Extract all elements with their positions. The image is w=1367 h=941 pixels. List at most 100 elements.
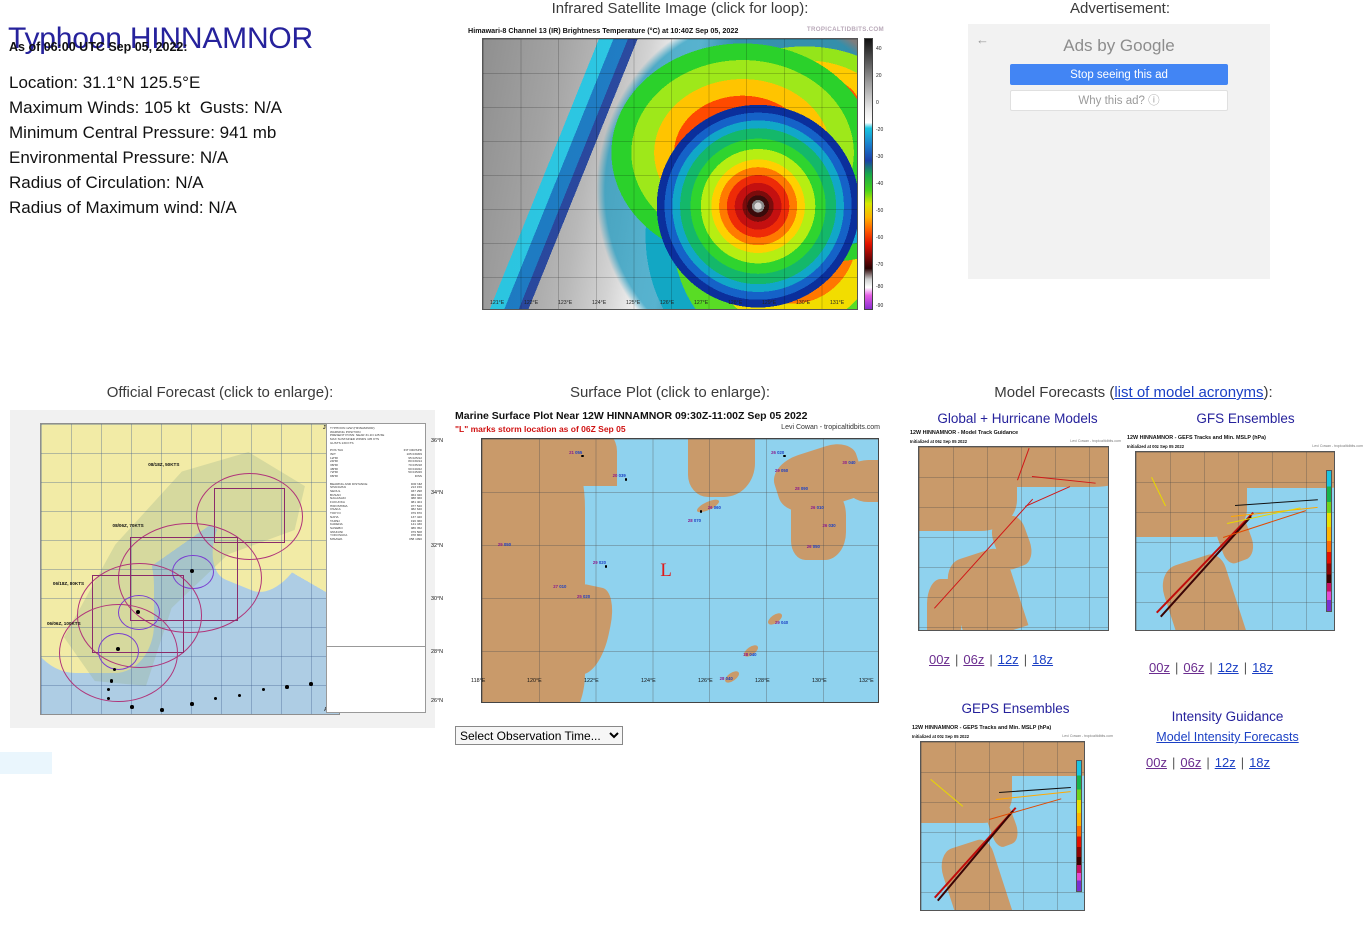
station-observation: 27 010 — [553, 583, 567, 589]
forecast-track-label: 08/06Z, 70KTS — [112, 522, 144, 528]
colorbar-tick: -30 — [876, 154, 884, 160]
surface-lat-label: 34°N — [431, 490, 444, 496]
satellite-lon-label: 123°E — [558, 300, 573, 306]
model-intensity-forecasts-row: Model Intensity Forecasts — [1120, 730, 1335, 744]
time-link-06z[interactable]: 06z — [963, 652, 984, 667]
official-forecast-image[interactable]: 08/18Z, 50KTS 08/06Z, 70KTS 06/18Z, 80KT… — [10, 410, 435, 728]
panel-image-title: 12W HINNAMNOR - Model Track Guidance — [910, 430, 1019, 436]
stop-seeing-ad-button[interactable]: Stop seeing this ad — [1010, 64, 1228, 85]
satellite-plot-area — [482, 38, 858, 310]
time-link-00z[interactable]: 00z — [1146, 755, 1167, 770]
model-intensity-forecasts-link[interactable]: Model Intensity Forecasts — [1156, 730, 1298, 744]
colorbar-tick: 0 — [876, 100, 879, 106]
time-link-18z[interactable]: 18z — [1252, 660, 1273, 675]
time-link-12z[interactable]: 12z — [1215, 755, 1236, 770]
surface-plot-section-title: Surface Plot (click to enlarge): — [569, 384, 771, 401]
model-acronyms-link[interactable]: list of model acronyms — [1114, 384, 1263, 401]
colorbar-tick: -40 — [876, 181, 884, 187]
satellite-lon-label: 131°E — [830, 300, 845, 306]
satellite-lon-label: 122°E — [524, 300, 539, 306]
station-observation: 28 070 — [687, 517, 702, 523]
surface-lat-label: 28°N — [431, 649, 444, 655]
colorbar-tick: -50 — [876, 208, 884, 214]
panel-image-credit: Levi Cowan - tropicaltidbits.com — [1062, 734, 1113, 738]
model-track-guidance-image[interactable]: 12W HINNAMNOR - Model Track Guidance Ini… — [908, 430, 1123, 645]
surface-plot-map: L 21 055 20 039 26 020 29 050 30 040 26 … — [481, 438, 879, 703]
panel-heading-gfs-ensembles: GFS Ensembles — [1196, 411, 1295, 426]
link-separator: | — [1206, 755, 1210, 770]
satellite-colorbar — [864, 38, 873, 310]
colorbar-tick: -60 — [876, 235, 884, 241]
surface-plot-gridlines — [482, 439, 878, 702]
panel-image-title: 12W HINNAMNOR - GEPS Tracks and Min. MSL… — [912, 725, 1052, 731]
satellite-lon-label: 124°E — [592, 300, 607, 306]
infrared-satellite-image[interactable]: Himawari-8 Channel 13 (IR) Brightness Te… — [466, 26, 886, 326]
link-separator: | — [989, 652, 993, 667]
surface-lon-label: 132°E — [859, 678, 874, 684]
link-separator: | — [1243, 660, 1248, 675]
page-root: Typhoon HINNAMNOR As of 06:00 UTC Sep 05… — [0, 0, 1367, 941]
time-link-00z[interactable]: 00z — [929, 652, 950, 667]
panel-map: 1010 1005 1000 990 980 970 960 950 940 9… — [1135, 451, 1335, 631]
surface-lat-label: 26°N — [431, 698, 444, 704]
station-observation: 28 090 — [794, 486, 808, 492]
jtwc-forecast-map: 08/18Z, 50KTS 08/06Z, 70KTS 06/18Z, 80KT… — [40, 423, 340, 715]
official-forecast-section-title: Official Forecast (click to enlarge): — [106, 384, 334, 401]
satellite-watermark: TROPICALTIDBITS.COM — [806, 26, 884, 33]
time-link-12z[interactable]: 12z — [998, 652, 1019, 667]
link-separator: | — [1174, 660, 1179, 675]
panel-image-credit: Levi Cowan - tropicaltidbits.com — [1070, 439, 1121, 443]
surface-lat-label: 30°N — [431, 596, 444, 602]
intensity-guidance-heading: Intensity Guidance — [1171, 709, 1284, 724]
link-separator: | — [1023, 652, 1028, 667]
storm-timestamp: As of 06:00 UTC Sep 05, 2022: — [9, 40, 188, 54]
surface-plot-header: Marine Surface Plot Near 12W HINNAMNOR 0… — [455, 410, 808, 422]
station-observation: 26 010 — [810, 504, 824, 510]
surface-plot-image[interactable]: Marine Surface Plot Near 12W HINNAMNOR 0… — [431, 410, 880, 722]
satellite-lon-label: 127°E — [694, 300, 709, 306]
panel-colorbar — [1076, 760, 1082, 892]
satellite-lon-label: 126°E — [660, 300, 675, 306]
geps-tracks-image[interactable]: 12W HINNAMNOR - GEPS Tracks and Min. MSL… — [910, 725, 1115, 925]
station-observation: 28 040 — [719, 675, 733, 681]
forecast-track-label: 06/18Z, 80KTS — [52, 580, 85, 586]
surface-lat-label: 36°N — [431, 438, 444, 444]
surface-lon-label: 124°E — [641, 678, 656, 684]
link-separator: | — [1240, 755, 1245, 770]
time-link-06z[interactable]: 06z — [1180, 755, 1201, 770]
colorbar-tick: -80 — [876, 284, 884, 290]
satellite-section-title: Infrared Satellite Image (click for loop… — [551, 0, 809, 17]
link-separator: | — [954, 652, 959, 667]
time-link-00z[interactable]: 00z — [1149, 660, 1170, 675]
panel-image-credit: Levi Cowan - tropicaltidbits.com — [1312, 444, 1363, 448]
global-models-time-links: 00z | 06z | 12z | 18z — [928, 652, 1054, 667]
surface-plot-subheader: "L" marks storm location as of 06Z Sep 0… — [455, 424, 626, 434]
colorbar-tick: -20 — [876, 127, 884, 133]
advertisement-panel: ← Ads by Google Stop seeing this ad Why … — [968, 24, 1270, 279]
time-link-18z[interactable]: 18z — [1249, 755, 1270, 770]
panel-map — [918, 446, 1109, 631]
colorbar-tick: -70 — [876, 262, 884, 268]
observation-time-select[interactable]: Select Observation Time... — [455, 726, 623, 745]
panel-image-init: Initialized at 00z Sep 05 2022 — [912, 734, 970, 739]
panel-heading-global-models: Global + Hurricane Models — [937, 411, 1098, 426]
surface-lon-label: 120°E — [527, 678, 542, 684]
station-observation: 28 040 — [743, 652, 757, 658]
stat-radius-max-wind: Radius of Maximum wind: N/A — [9, 198, 237, 217]
surface-lon-label: 122°E — [584, 678, 599, 684]
surface-lon-label: 128°E — [755, 678, 770, 684]
model-forecasts-section-title: Model Forecasts (list of model acronyms)… — [900, 384, 1367, 401]
stat-radius-circulation: Radius of Circulation: N/A — [9, 173, 204, 192]
time-link-06z[interactable]: 06z — [1183, 660, 1204, 675]
forecast-position-dot — [190, 569, 194, 573]
colorbar-tick: -90 — [876, 303, 884, 309]
station-observation: 29 040 — [775, 620, 789, 626]
station-observation: 29 050 — [497, 541, 511, 547]
link-separator: | — [1209, 660, 1213, 675]
gefs-tracks-image[interactable]: 12W HINNAMNOR - GEFS Tracks and Min. MSL… — [1125, 435, 1365, 645]
time-link-18z[interactable]: 18z — [1032, 652, 1053, 667]
why-this-ad-button[interactable]: Why this ad? ⓘ — [1010, 90, 1228, 111]
time-link-12z[interactable]: 12z — [1218, 660, 1239, 675]
stat-max-winds: Maximum Winds: 105 kt Gusts: N/A — [9, 98, 283, 117]
colorbar-tick: 20 — [876, 73, 882, 79]
